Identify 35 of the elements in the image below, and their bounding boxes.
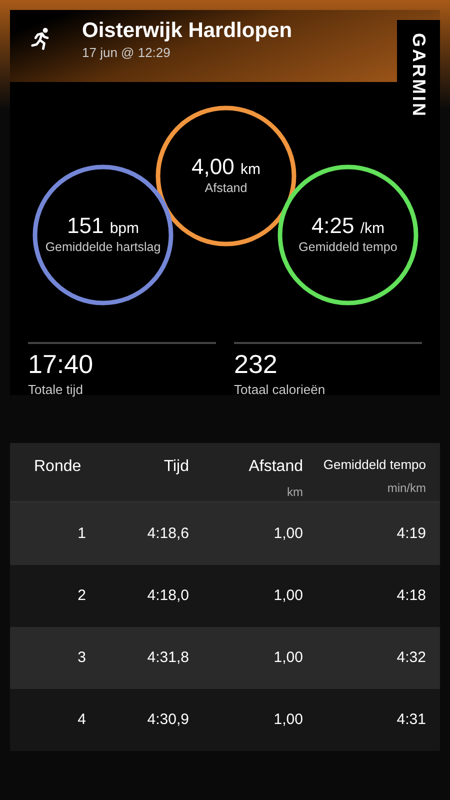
column-header: Afstand (248, 457, 303, 477)
table-cell-text: 4:18,6 (146, 524, 189, 544)
column-header: Ronde (34, 457, 82, 477)
table-cell-text: 4:18,0 (146, 586, 189, 606)
activity-date: 17 jun @ 12:29 (82, 44, 172, 62)
table-cell-text: 1 (76, 524, 86, 544)
metric-label: Gemiddelde hartslag (45, 238, 161, 256)
table-cell-text: 1,00 (272, 710, 303, 730)
metric-label: Gemiddeld tempo (298, 238, 398, 256)
metric-value: 151 bpm (66, 214, 139, 238)
table-cell-text: 4 (76, 710, 86, 730)
table-cell-text: 4:19 (396, 524, 426, 544)
metric-value: 4:25 /km (311, 214, 385, 238)
table-cell-text: 4:31 (396, 710, 426, 730)
column-header: Tijd (162, 457, 189, 477)
table-cell-text: 1,00 (272, 524, 303, 544)
brand-logo: GARMIN (408, 32, 430, 118)
metric-label: Afstand (204, 180, 248, 197)
table-cell-text: 4:32 (396, 648, 426, 668)
table-cell-text: 1,00 (272, 648, 303, 668)
table-cell-text: 4:31,8 (146, 648, 189, 668)
metric-value: 4,00 km (192, 154, 260, 179)
column-unit: min/km (386, 480, 426, 496)
stat-value: 17:40 (28, 350, 94, 380)
column-unit: km (286, 484, 303, 501)
table-cell-text: 3 (76, 648, 86, 668)
table-cell-text: 2 (76, 586, 86, 606)
column-header: Gemiddeld tempo (322, 456, 426, 474)
activity-title: Oisterwijk Hardlopen (82, 18, 292, 44)
table-cell-text: 4:18 (396, 586, 426, 606)
stat-label: Totaal calorieën (234, 380, 326, 399)
stat-label: Totale tijd (28, 380, 84, 399)
stat-value: 232 (234, 350, 278, 380)
table-cell-text: 1,00 (272, 586, 303, 606)
table-cell-text: 4:30,9 (146, 710, 189, 730)
